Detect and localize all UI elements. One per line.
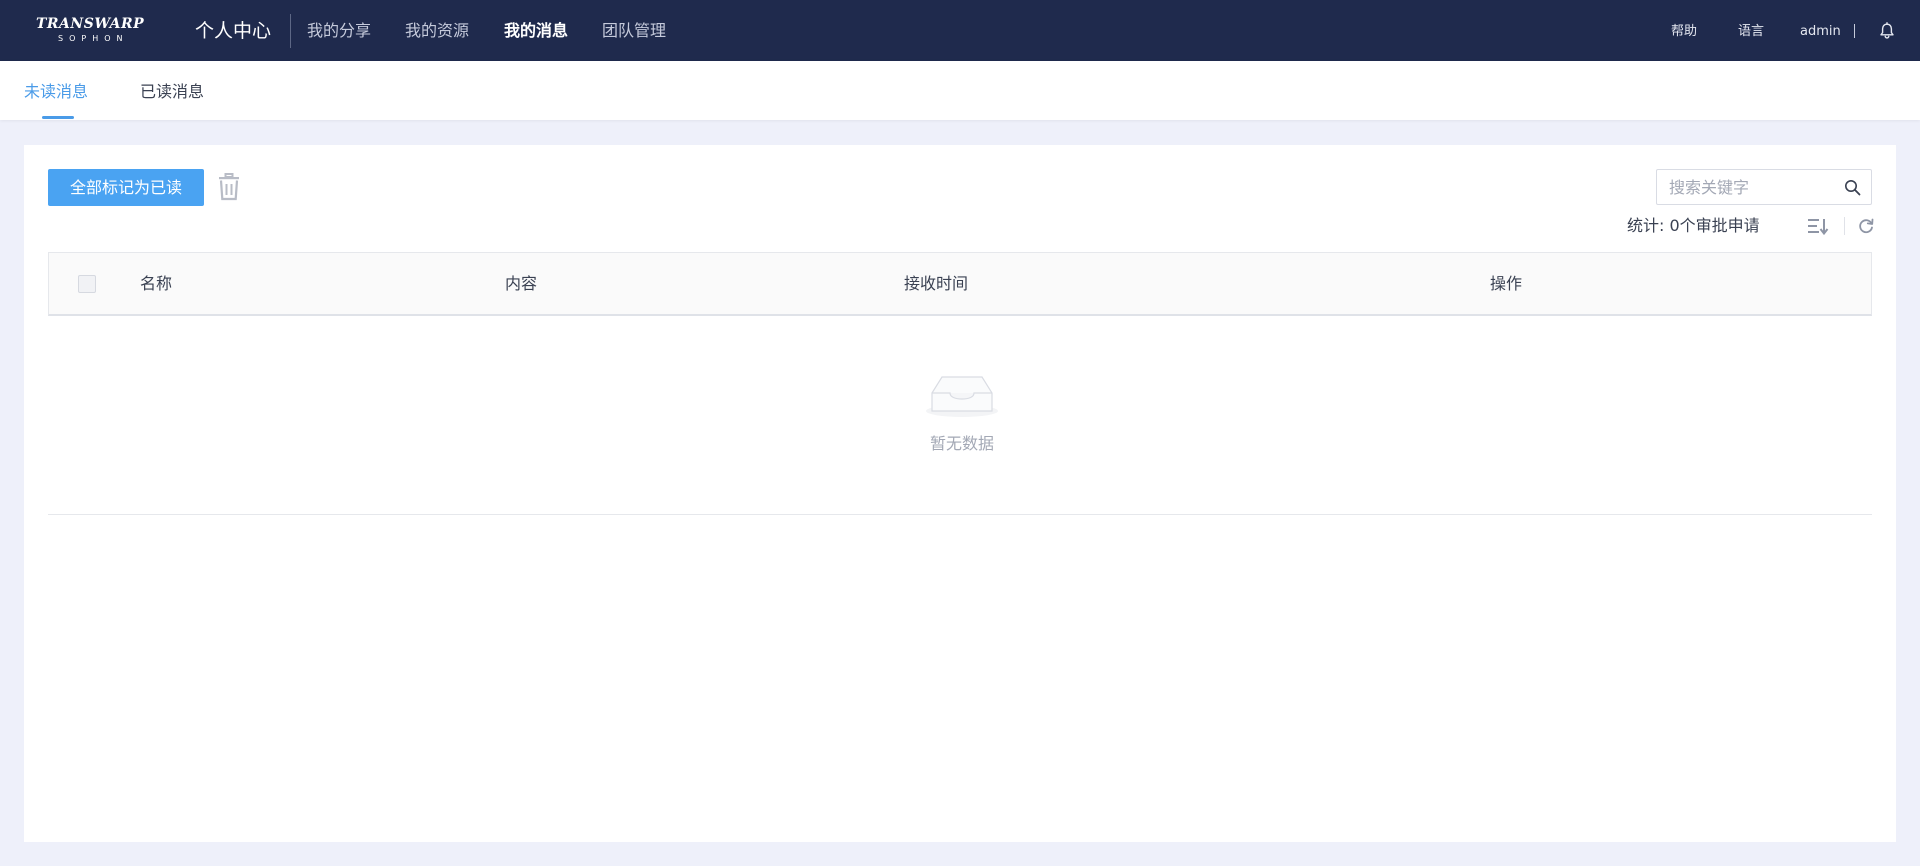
nav-team-management[interactable]: 团队管理 (602, 20, 666, 42)
trash-icon[interactable] (216, 173, 242, 201)
nav-my-shares[interactable]: 我的分享 (307, 20, 371, 42)
stats-text: 统计: 0个审批申请 (1627, 216, 1760, 235)
table-bottom-border (48, 514, 1872, 515)
column-header-name[interactable]: 名称 (140, 273, 172, 295)
search-input[interactable] (1669, 176, 1839, 198)
user-menu[interactable]: admin (1800, 23, 1841, 41)
column-header-content[interactable]: 内容 (505, 273, 537, 295)
column-header-received-time[interactable]: 接收时间 (904, 273, 968, 295)
nav-my-resources[interactable]: 我的资源 (405, 20, 469, 42)
mark-all-read-button[interactable]: 全部标记为已读 (48, 169, 204, 206)
active-tab-indicator (42, 116, 74, 119)
tab-unread-messages[interactable]: 未读消息 (24, 81, 88, 103)
logo-text-top: TRANSWARP (36, 16, 145, 32)
nav-my-messages[interactable]: 我的消息 (504, 20, 568, 42)
help-link[interactable]: 帮助 (1671, 23, 1697, 41)
logo-text-bottom: SOPHON (58, 34, 129, 43)
transwarp-logo[interactable]: TRANSWARP SOPHON (36, 16, 144, 46)
header-divider (1854, 24, 1855, 38)
tab-read-messages[interactable]: 已读消息 (140, 81, 204, 103)
title-divider (290, 14, 291, 48)
bell-icon[interactable] (1878, 22, 1896, 40)
empty-state-text: 暂无数据 (929, 434, 994, 453)
top-nav-bar: TRANSWARP SOPHON 个人中心 我的分享 我的资源 我的消息 团队管… (0, 0, 1920, 61)
app-title: 个人中心 (195, 20, 272, 42)
table-header: 名称 内容 接收时间 操作 (48, 252, 1872, 316)
search-icon[interactable] (1844, 179, 1861, 196)
empty-inbox-icon (926, 376, 998, 417)
toolbar-divider (1844, 217, 1845, 235)
messages-card: 全部标记为已读 统计: 0个审批申请 名称 内容 接收时间 操作 (24, 145, 1896, 842)
language-menu[interactable]: 语言 (1738, 23, 1764, 41)
column-header-actions: 操作 (1490, 274, 1523, 293)
select-all-checkbox[interactable] (78, 275, 96, 293)
sort-icon[interactable] (1807, 217, 1829, 235)
refresh-icon[interactable] (1857, 217, 1875, 235)
search-box (1656, 169, 1872, 205)
message-tabs: 未读消息 已读消息 (0, 61, 1920, 120)
